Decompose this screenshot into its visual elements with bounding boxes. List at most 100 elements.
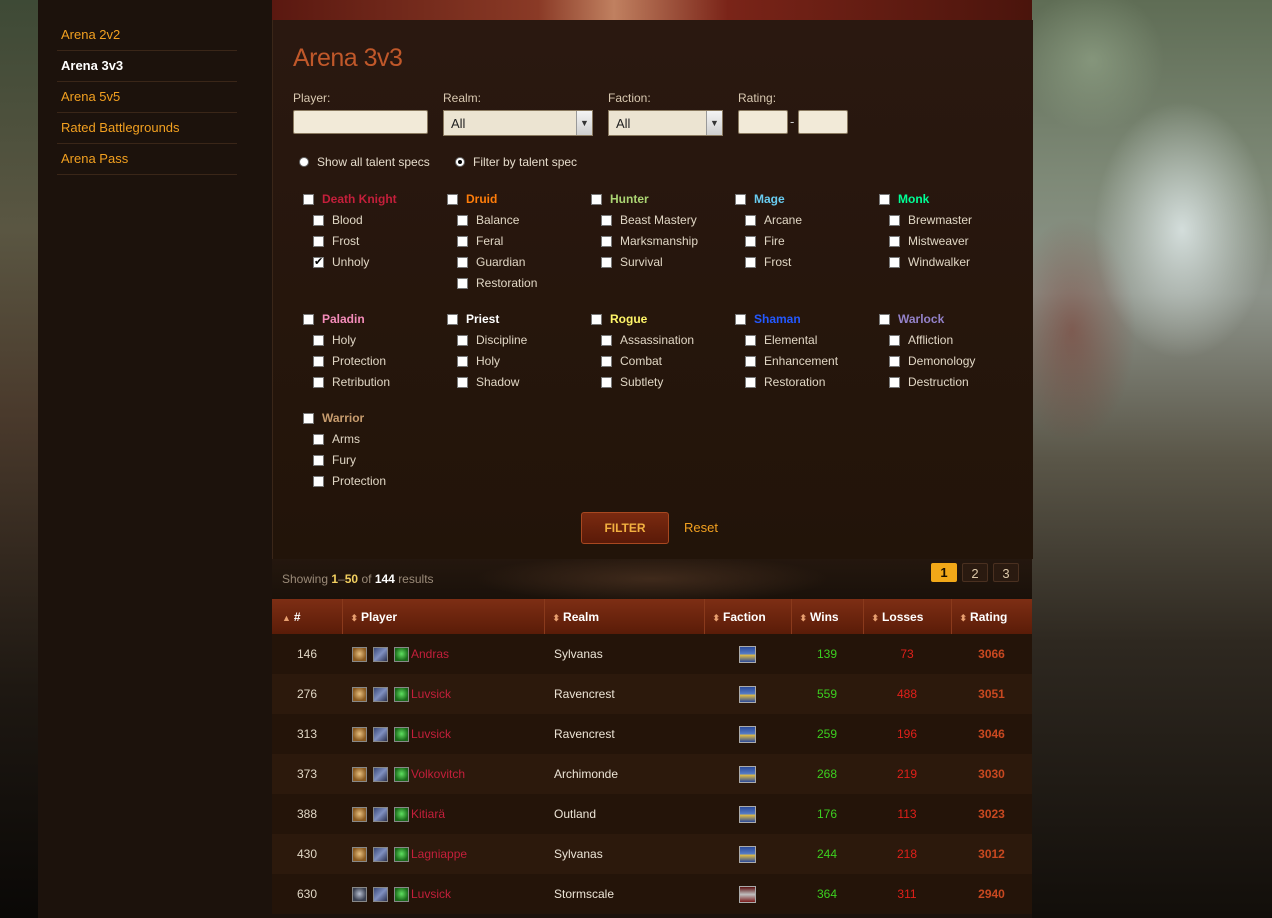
class-filter-priest[interactable]: Priest [447, 312, 499, 326]
checkbox[interactable] [889, 376, 900, 388]
checkbox[interactable] [457, 277, 468, 289]
checkbox[interactable] [889, 256, 900, 268]
spec-filter-mage-fire[interactable]: Fire [745, 234, 785, 248]
spec-filter-paladin-holy[interactable]: Holy [313, 333, 356, 347]
radio-show-all-specs[interactable]: Show all talent specs [299, 155, 430, 169]
spec-filter-warrior-fury[interactable]: Fury [313, 453, 356, 467]
spec-filter-priest-shadow[interactable]: Shadow [457, 375, 519, 389]
spec-filter-monk-windwalker[interactable]: Windwalker [889, 255, 970, 269]
class-filter-hunter[interactable]: Hunter [591, 192, 649, 206]
spec-filter-hunter-survival[interactable]: Survival [601, 255, 663, 269]
radio-button[interactable] [299, 157, 309, 167]
column-header-wins[interactable]: ⬍ Wins [791, 599, 864, 634]
faction-select[interactable]: All ▼ [608, 110, 723, 136]
sidebar-item-arena-5v5[interactable]: Arena 5v5 [57, 82, 237, 113]
player-name-link[interactable]: Volkovitch [411, 767, 465, 781]
checkbox[interactable] [889, 235, 900, 247]
checkbox[interactable] [457, 334, 468, 346]
checkbox-checked[interactable]: ✔ [313, 256, 324, 268]
spec-filter-warlock-destruction[interactable]: Destruction [889, 375, 969, 389]
spec-filter-rogue-combat[interactable]: Combat [601, 354, 662, 368]
spec-filter-hunter-marksmanship[interactable]: Marksmanship [601, 234, 698, 248]
player-name-link[interactable]: Kitiarä [411, 807, 445, 821]
checkbox[interactable] [889, 355, 900, 367]
class-filter-death-knight[interactable]: Death Knight [303, 192, 397, 206]
checkbox[interactable] [457, 214, 468, 226]
spec-filter-monk-mistweaver[interactable]: Mistweaver [889, 234, 969, 248]
checkbox[interactable] [745, 235, 756, 247]
spec-filter-warrior-protection[interactable]: Protection [313, 474, 386, 488]
spec-filter-hunter-beast-mastery[interactable]: Beast Mastery [601, 213, 697, 227]
checkbox[interactable] [313, 334, 324, 346]
checkbox[interactable] [457, 235, 468, 247]
sidebar-item-arena-pass[interactable]: Arena Pass [57, 144, 237, 175]
spec-filter-shaman-enhancement[interactable]: Enhancement [745, 354, 838, 368]
checkbox[interactable] [735, 313, 746, 325]
spec-filter-druid-restoration[interactable]: Restoration [457, 276, 537, 290]
page-button-1[interactable]: 1 [931, 563, 957, 582]
checkbox[interactable] [303, 412, 314, 424]
checkbox[interactable] [457, 256, 468, 268]
checkbox[interactable] [591, 193, 602, 205]
rating-max-input[interactable] [798, 110, 848, 134]
spec-filter-druid-feral[interactable]: Feral [457, 234, 503, 248]
class-filter-monk[interactable]: Monk [879, 192, 929, 206]
player-name-link[interactable]: Lagniappe [411, 847, 467, 861]
filter-button[interactable]: FILTER [581, 512, 669, 544]
checkbox[interactable] [313, 433, 324, 445]
class-filter-warrior[interactable]: Warrior [303, 411, 364, 425]
player-input[interactable] [293, 110, 428, 134]
rating-min-input[interactable] [738, 110, 788, 134]
radio-button-selected[interactable] [455, 157, 465, 167]
checkbox[interactable] [601, 334, 612, 346]
spec-filter-warlock-demonology[interactable]: Demonology [889, 354, 975, 368]
checkbox[interactable] [313, 235, 324, 247]
column-header-losses[interactable]: ⬍ Losses [863, 599, 952, 634]
checkbox[interactable] [889, 214, 900, 226]
checkbox[interactable] [303, 193, 314, 205]
checkbox[interactable] [313, 376, 324, 388]
column-header-rank[interactable]: ▲ # [272, 599, 343, 634]
spec-filter-shaman-restoration[interactable]: Restoration [745, 375, 825, 389]
spec-filter-death-knight-blood[interactable]: Blood [313, 213, 363, 227]
reset-link[interactable]: Reset [684, 520, 718, 535]
player-name-link[interactable]: Luvsick [411, 887, 451, 901]
checkbox[interactable] [303, 313, 314, 325]
checkbox[interactable] [889, 334, 900, 346]
checkbox[interactable] [879, 313, 890, 325]
page-button-2[interactable]: 2 [962, 563, 988, 582]
sidebar-item-arena-3v3[interactable]: Arena 3v3 [57, 51, 237, 82]
checkbox[interactable] [601, 214, 612, 226]
spec-filter-rogue-subtlety[interactable]: Subtlety [601, 375, 663, 389]
class-filter-warlock[interactable]: Warlock [879, 312, 944, 326]
column-header-faction[interactable]: ⬍ Faction [704, 599, 792, 634]
checkbox[interactable] [457, 376, 468, 388]
class-filter-druid[interactable]: Druid [447, 192, 497, 206]
player-name-link[interactable]: Luvsick [411, 687, 451, 701]
checkbox[interactable] [313, 214, 324, 226]
spec-filter-paladin-protection[interactable]: Protection [313, 354, 386, 368]
checkbox[interactable] [745, 355, 756, 367]
checkbox[interactable] [601, 256, 612, 268]
spec-filter-priest-holy[interactable]: Holy [457, 354, 500, 368]
page-button-3[interactable]: 3 [993, 563, 1019, 582]
column-header-realm[interactable]: ⬍ Realm [544, 599, 705, 634]
checkbox[interactable] [457, 355, 468, 367]
class-filter-rogue[interactable]: Rogue [591, 312, 647, 326]
checkbox[interactable] [447, 193, 458, 205]
checkbox[interactable] [601, 376, 612, 388]
spec-filter-mage-arcane[interactable]: Arcane [745, 213, 802, 227]
checkbox[interactable] [745, 256, 756, 268]
spec-filter-death-knight-frost[interactable]: Frost [313, 234, 359, 248]
sidebar-item-arena-2v2[interactable]: Arena 2v2 [57, 20, 237, 51]
column-header-rating[interactable]: ⬍ Rating [951, 599, 1032, 634]
checkbox[interactable] [745, 334, 756, 346]
spec-filter-paladin-retribution[interactable]: Retribution [313, 375, 390, 389]
player-name-link[interactable]: Luvsick [411, 727, 451, 741]
spec-filter-warlock-affliction[interactable]: Affliction [889, 333, 953, 347]
column-header-player[interactable]: ⬍ Player [342, 599, 545, 634]
checkbox[interactable] [745, 214, 756, 226]
class-filter-shaman[interactable]: Shaman [735, 312, 801, 326]
spec-filter-death-knight-unholy[interactable]: ✔ Unholy [313, 255, 369, 269]
checkbox[interactable] [313, 454, 324, 466]
